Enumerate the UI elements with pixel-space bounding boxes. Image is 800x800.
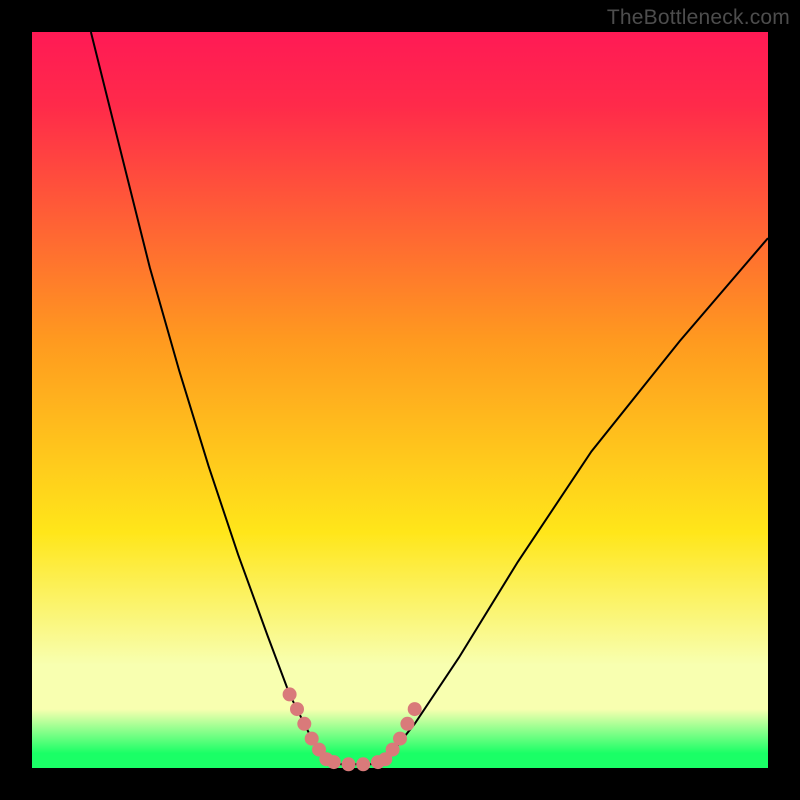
marker-group bbox=[283, 687, 422, 771]
marker-dot bbox=[342, 757, 356, 771]
marker-dot bbox=[327, 755, 341, 769]
marker-dot bbox=[400, 717, 414, 731]
left-curve bbox=[91, 32, 327, 761]
curve-layer bbox=[32, 32, 768, 768]
chart-frame: TheBottleneck.com bbox=[0, 0, 800, 800]
marker-dot bbox=[408, 702, 422, 716]
marker-dot bbox=[297, 717, 311, 731]
plot-area bbox=[32, 32, 768, 768]
marker-dot bbox=[290, 702, 304, 716]
marker-dot bbox=[283, 687, 297, 701]
watermark-text: TheBottleneck.com bbox=[607, 6, 790, 30]
marker-dot bbox=[393, 732, 407, 746]
marker-dot bbox=[356, 757, 370, 771]
right-curve bbox=[385, 238, 768, 761]
